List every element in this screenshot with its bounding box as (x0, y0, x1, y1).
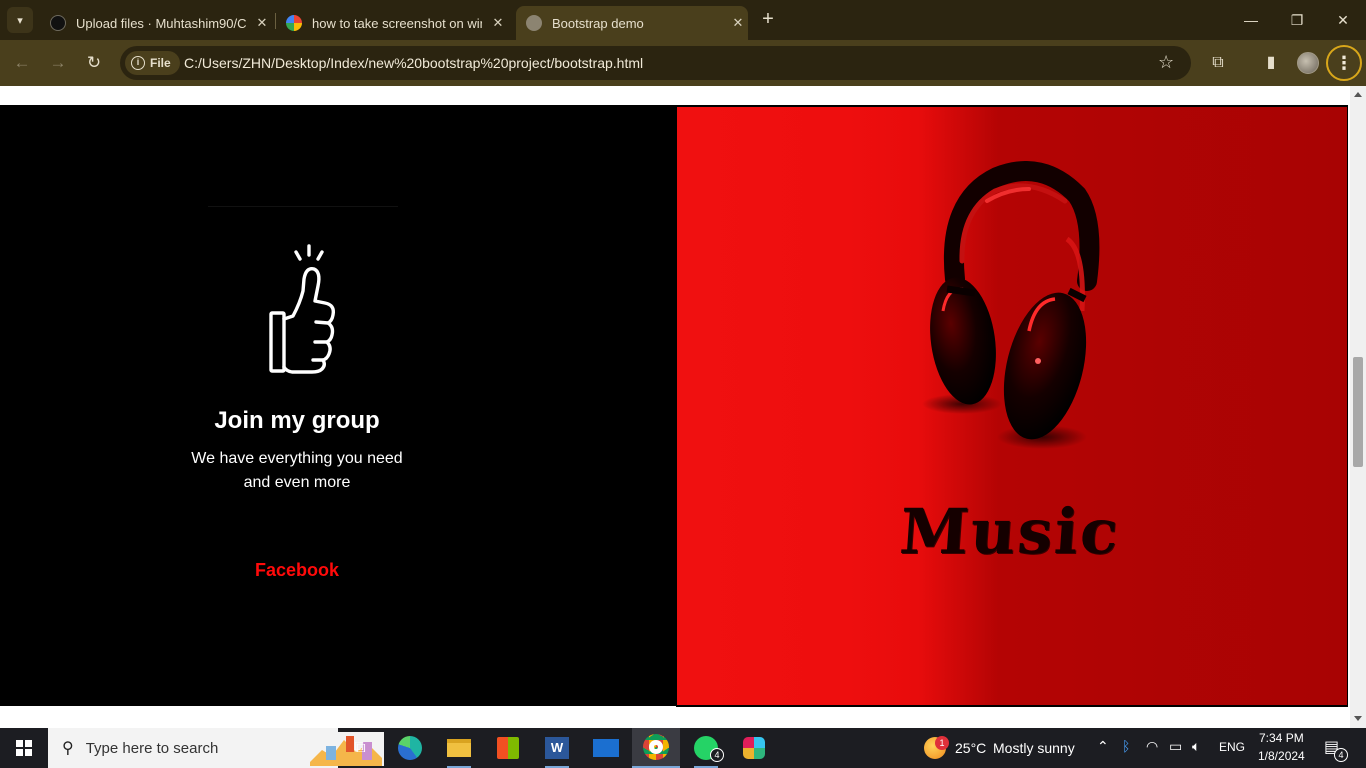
browser-tab-strip: ▾ Upload files · Muhtashim90/Css ✕ how t… (0, 0, 1366, 40)
scroll-down-icon[interactable] (1354, 716, 1362, 721)
headphones-icon (922, 161, 1100, 449)
group-description: We have everything you need and even mor… (191, 450, 403, 491)
tab-search-button[interactable]: ▾ (7, 7, 33, 33)
weather-alert-badge: 1 (935, 736, 949, 750)
close-icon[interactable]: ✕ (488, 15, 508, 31)
thumbs-up-icon (269, 244, 336, 374)
facebook-link[interactable]: Facebook (0, 560, 594, 581)
clock-date[interactable]: 1/8/2024 (1258, 749, 1305, 763)
reload-button[interactable]: ↻ (82, 51, 106, 75)
mail-button[interactable] (582, 728, 630, 768)
battery-icon[interactable]: ▭ (1169, 738, 1182, 755)
tab-separator (275, 13, 276, 29)
volume-icon[interactable]: 🔈︎ (1192, 738, 1200, 755)
task-view-icon: ⧉ (354, 739, 366, 756)
restore-button[interactable]: ❐ (1274, 0, 1320, 40)
scrollbar-thumb[interactable] (1353, 357, 1363, 467)
side-panel-icon[interactable]: ▮ (1259, 51, 1283, 75)
whatsapp-badge: 4 (710, 748, 724, 762)
github-icon (50, 15, 66, 31)
browser-menu-button[interactable]: ⋮ (1326, 45, 1362, 81)
close-icon[interactable]: ✕ (252, 15, 272, 31)
minimize-button[interactable]: — (1228, 0, 1274, 40)
store-icon (497, 737, 519, 759)
notification-badge: 4 (1334, 748, 1348, 762)
tab-bootstrap-demo[interactable]: Bootstrap demo ✕ (516, 6, 748, 40)
taskbar-search-box[interactable]: ⚲ Type here to search (48, 728, 384, 768)
weather-desc[interactable]: Mostly sunny (993, 740, 1075, 756)
tab-screenshot-search[interactable]: how to take screenshot on wind ✕ (278, 6, 508, 40)
start-button[interactable] (0, 728, 48, 768)
extensions-icon[interactable]: ⧉ (1206, 51, 1230, 75)
file-explorer-button[interactable] (435, 728, 483, 768)
forward-button[interactable]: → (46, 51, 70, 75)
word-button[interactable]: W (533, 728, 581, 768)
url-text[interactable]: C:/Users/ZHN/Desktop/Index/new%20bootstr… (184, 55, 643, 71)
windows-taskbar: ⚲ Type here to search ⧉ W 4 1 25°C Mostl… (0, 728, 1366, 768)
window-close-button[interactable]: ✕ (1320, 0, 1366, 40)
info-icon: i (131, 56, 145, 70)
windows-logo-icon (16, 740, 32, 756)
page-scrollbar[interactable] (1350, 86, 1366, 728)
edge-button[interactable] (386, 728, 434, 768)
bluetooth-icon[interactable]: ᛒ (1122, 738, 1130, 754)
store-button[interactable] (484, 728, 532, 768)
task-view-button[interactable]: ⧉ (336, 728, 384, 768)
page-viewport: Join my group We have everything you nee… (0, 86, 1350, 728)
chevron-down-icon: ▾ (17, 14, 23, 27)
google-icon (286, 15, 302, 31)
join-group-panel: Join my group We have everything you nee… (0, 105, 676, 706)
profile-avatar[interactable] (1297, 52, 1319, 74)
slack-button[interactable] (730, 728, 778, 768)
weather-temp[interactable]: 25°C (955, 740, 986, 756)
divider (208, 206, 398, 207)
browser-toolbar: ← → ↻ i File C:/Users/ZHN/Desktop/Index/… (0, 40, 1366, 86)
tab-upload-files[interactable]: Upload files · Muhtashim90/Css ✕ (40, 6, 272, 40)
clock-time[interactable]: 7:34 PM (1259, 731, 1304, 745)
bookmark-star-icon[interactable]: ☆ (1158, 52, 1174, 73)
chrome-button[interactable] (632, 728, 680, 768)
slack-icon (743, 737, 765, 759)
page-title: Join my group (214, 407, 380, 434)
address-bar[interactable]: i File C:/Users/ZHN/Desktop/Index/new%20… (120, 46, 1191, 80)
scroll-up-icon[interactable] (1354, 92, 1362, 97)
close-icon[interactable]: ✕ (728, 15, 748, 31)
chrome-icon (643, 734, 669, 760)
edge-icon (398, 736, 422, 760)
language-indicator[interactable]: ENG (1219, 740, 1245, 754)
music-title: Music (897, 495, 1123, 568)
file-explorer-icon (447, 739, 471, 757)
music-image-panel: Music (676, 105, 1348, 707)
back-button[interactable]: ← (10, 51, 34, 75)
site-info-chip[interactable]: i File (125, 51, 180, 75)
whatsapp-button[interactable]: 4 (682, 728, 730, 768)
word-icon: W (545, 737, 569, 759)
search-icon: ⚲ (62, 740, 74, 757)
wifi-icon[interactable]: ◠ (1146, 738, 1158, 755)
chevron-up-icon[interactable]: ⌃ (1097, 738, 1109, 755)
new-tab-button[interactable]: + (757, 8, 779, 30)
mail-icon (593, 739, 619, 757)
globe-icon (526, 15, 542, 31)
